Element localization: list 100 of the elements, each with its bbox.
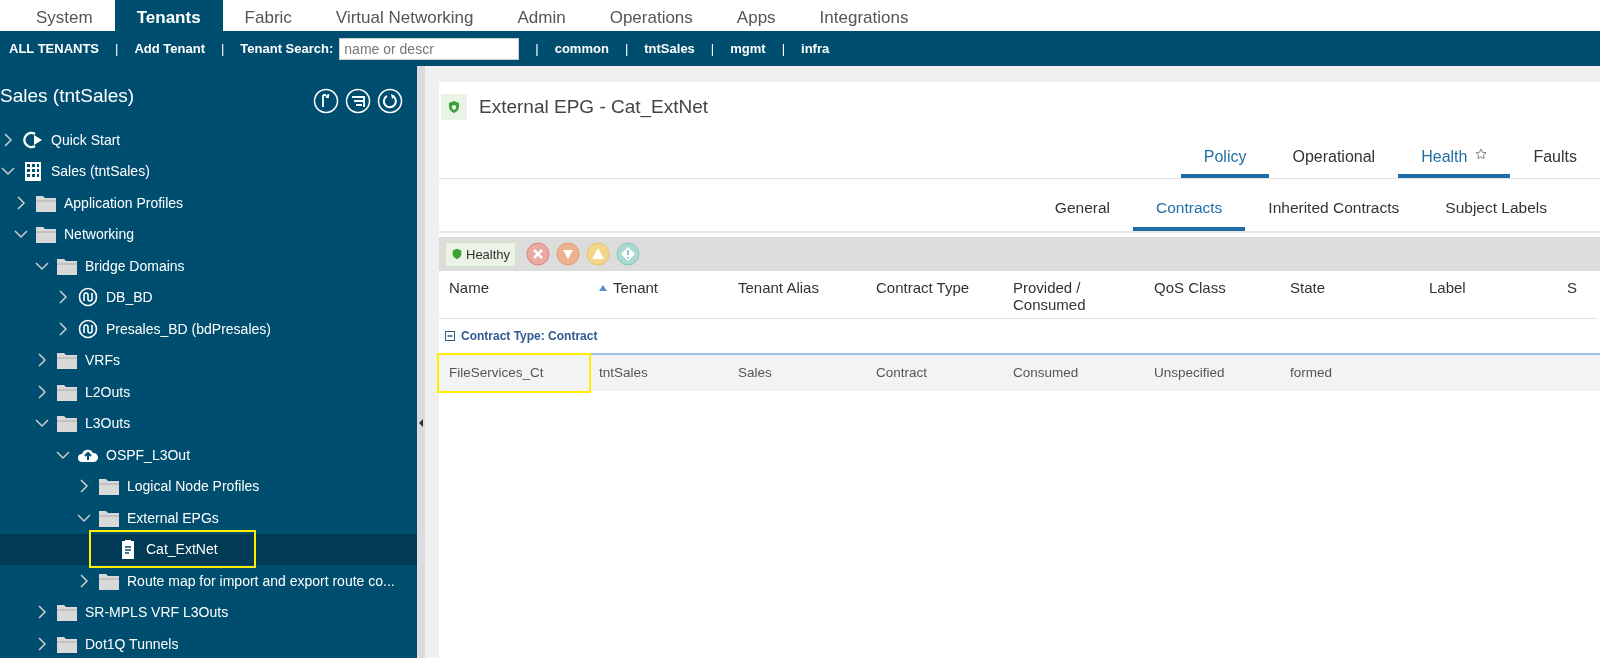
separator: | bbox=[709, 41, 716, 56]
tree-label: Cat_ExtNet bbox=[146, 541, 218, 558]
table-cell: FileServices_Ct bbox=[439, 355, 589, 391]
view-tab[interactable]: Health bbox=[1398, 142, 1511, 178]
column-header[interactable]: Tenant bbox=[589, 271, 728, 319]
tenant-link[interactable]: tntSales bbox=[644, 41, 695, 56]
tree-item[interactable]: External EPGs bbox=[0, 502, 417, 534]
tree-label: L2Outs bbox=[85, 383, 131, 400]
table-row[interactable]: FileServices_Ct tntSales Sales Contract Consumed Unspecified formed bbox=[439, 355, 1600, 391]
sidebar-title: Sales (tntSales) bbox=[0, 85, 135, 107]
tree-label: Quick Start bbox=[51, 131, 121, 148]
table-cell-text: Unspecified bbox=[1153, 364, 1226, 382]
column-header[interactable]: Provided / Consumed bbox=[1003, 271, 1144, 319]
tree-label: DB_BD bbox=[106, 289, 153, 306]
column-header[interactable]: S bbox=[1557, 271, 1597, 319]
tree-item[interactable]: Logical Node Profiles bbox=[0, 470, 417, 502]
nav-tab[interactable]: System bbox=[14, 0, 115, 31]
column-header[interactable]: Label bbox=[1419, 271, 1557, 319]
table-cell-text: Sales bbox=[737, 364, 773, 382]
search-field[interactable]: name or descr bbox=[339, 37, 520, 60]
bridge-domain-icon bbox=[77, 287, 99, 308]
nav-tab[interactable]: Integrations bbox=[797, 0, 931, 31]
separator: | bbox=[623, 41, 630, 56]
tree-item[interactable]: Dot1Q Tunnels bbox=[0, 628, 417, 658]
view-tab[interactable]: Operational bbox=[1269, 142, 1399, 178]
refresh-icon[interactable] bbox=[377, 88, 403, 114]
health-badge: Healthy bbox=[445, 241, 517, 267]
tree-item[interactable]: L2Outs bbox=[0, 376, 417, 408]
collapse-icon[interactable] bbox=[445, 331, 455, 341]
tree-label: Logical Node Profiles bbox=[127, 478, 260, 495]
tree-label: Presales_BD (bdPresales) bbox=[106, 320, 271, 337]
tree-label: VRFs bbox=[85, 352, 120, 369]
table-cell-text: Consumed bbox=[1012, 364, 1080, 382]
sub-tab[interactable]: Contracts bbox=[1133, 193, 1246, 231]
tree-label: Networking bbox=[64, 226, 135, 243]
tree-item[interactable]: OSPF_L3Out bbox=[0, 439, 417, 471]
tree-item[interactable]: Networking bbox=[0, 218, 417, 250]
tenant-link[interactable]: Add Tenant bbox=[134, 41, 205, 56]
folder-icon bbox=[56, 350, 78, 371]
table-cell-text: Contract bbox=[875, 364, 929, 382]
nav-tab[interactable]: Apps bbox=[714, 0, 798, 31]
table-cell-text: formed bbox=[1289, 364, 1334, 382]
nav-tab[interactable]: Tenants bbox=[114, 0, 223, 31]
tree-item[interactable]: Bridge Domains bbox=[0, 250, 417, 282]
column-header[interactable]: State bbox=[1280, 271, 1419, 319]
tenant-link[interactable]: common bbox=[554, 41, 609, 56]
bridge-domain-icon bbox=[77, 318, 99, 339]
tree-label: SR-MPLS VRF L3Outs bbox=[85, 604, 229, 621]
tenant-link[interactable]: mgmt bbox=[730, 41, 766, 56]
page-title: External EPG - Cat_ExtNet bbox=[479, 96, 709, 118]
view-tab[interactable]: Faults bbox=[1510, 142, 1600, 178]
nav-tab[interactable]: Admin bbox=[495, 0, 588, 31]
nav-tab[interactable]: Fabric bbox=[222, 0, 314, 31]
folder-icon bbox=[56, 413, 78, 434]
folder-icon bbox=[35, 224, 57, 245]
folder-icon bbox=[56, 602, 78, 623]
tree-item[interactable]: Route map for import and export route co... bbox=[0, 565, 417, 597]
sub-tab[interactable]: Inherited Contracts bbox=[1245, 193, 1423, 231]
list-icon[interactable] bbox=[345, 88, 371, 114]
tree-label: Sales (tntSales) bbox=[51, 163, 150, 180]
separator: | bbox=[534, 41, 540, 56]
column-header[interactable]: QoS Class bbox=[1144, 271, 1280, 319]
tenant-link[interactable]: ALL TENANTS bbox=[9, 41, 100, 56]
separator: | bbox=[219, 41, 226, 56]
sub-tab[interactable]: General bbox=[1031, 193, 1133, 231]
tree-label: External EPGs bbox=[127, 509, 219, 526]
folder-icon bbox=[98, 476, 120, 497]
tree-label: L3Outs bbox=[85, 415, 131, 432]
tree-item[interactable]: Quick Start bbox=[0, 124, 417, 156]
view-tab[interactable]: Policy bbox=[1180, 142, 1270, 178]
separator: | bbox=[780, 41, 786, 56]
tree-item[interactable]: Cat_ExtNet bbox=[0, 533, 417, 565]
sort-ascending-icon[interactable] bbox=[599, 285, 607, 291]
column-header[interactable]: Tenant Alias bbox=[728, 271, 866, 319]
tree-item[interactable]: Application Profiles bbox=[0, 187, 417, 219]
table-cell-text: tntSales bbox=[598, 364, 649, 382]
tree-item[interactable]: L3Outs bbox=[0, 407, 417, 439]
tree-label: Route map for import and export route co... bbox=[127, 572, 395, 589]
tree-item[interactable]: VRFs bbox=[0, 344, 417, 376]
building-icon bbox=[22, 161, 44, 182]
column-header[interactable]: Contract Type bbox=[866, 271, 1003, 319]
tree-item[interactable]: Presales_BD (bdPresales) bbox=[0, 313, 417, 345]
nav-tab[interactable]: Operations bbox=[587, 0, 715, 31]
nav-tab[interactable]: Virtual Networking bbox=[313, 0, 496, 31]
pin-icon[interactable] bbox=[313, 88, 339, 114]
tree-label: Bridge Domains bbox=[85, 257, 185, 274]
column-header[interactable]: Name bbox=[439, 271, 589, 319]
separator: | bbox=[114, 41, 120, 56]
tree-item[interactable]: DB_BD bbox=[0, 281, 417, 313]
tenant-link[interactable]: infra bbox=[801, 41, 830, 56]
play-circle-icon bbox=[22, 129, 44, 150]
tree-item[interactable]: Sales (tntSales) bbox=[0, 155, 417, 187]
critical-fault-icon[interactable] bbox=[526, 242, 551, 266]
search-label: Tenant Search: bbox=[240, 41, 334, 56]
tree-label: OSPF_L3Out bbox=[106, 446, 191, 463]
tree-label: Dot1Q Tunnels bbox=[85, 635, 179, 652]
sub-tab[interactable]: Subject Labels bbox=[1422, 193, 1570, 231]
tree-label: Application Profiles bbox=[64, 194, 184, 211]
star-icon[interactable] bbox=[1475, 148, 1488, 160]
tree-item[interactable]: SR-MPLS VRF L3Outs bbox=[0, 596, 417, 628]
